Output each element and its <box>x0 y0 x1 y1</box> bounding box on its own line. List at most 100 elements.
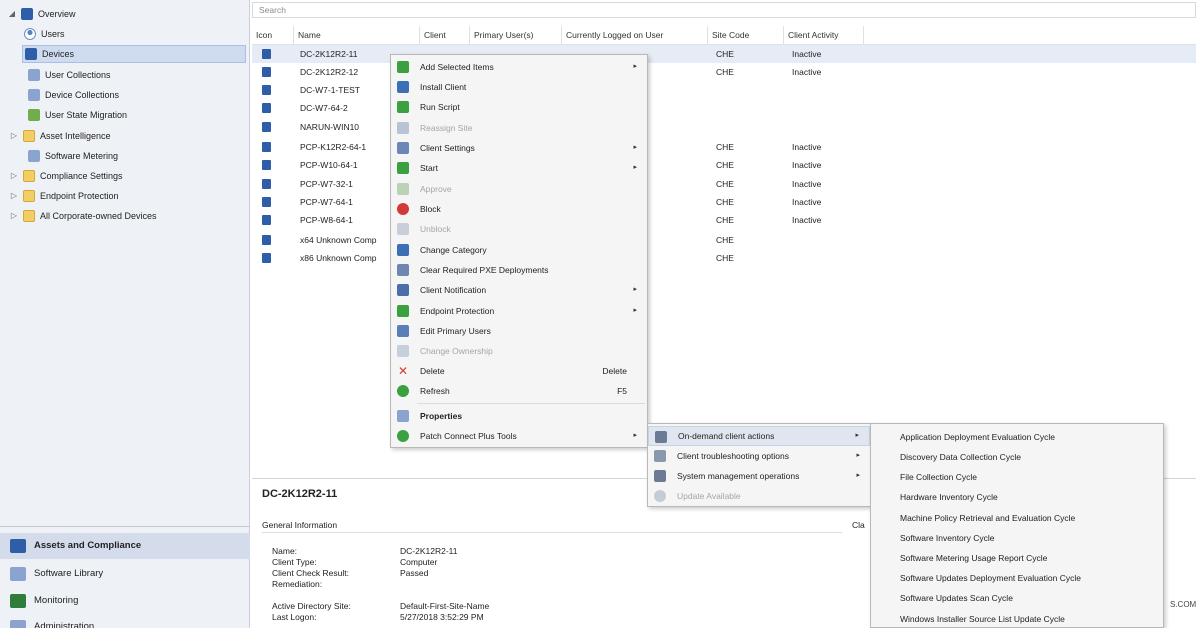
computer-icon <box>262 67 271 77</box>
column-header-name[interactable]: Name <box>294 26 420 44</box>
properties-icon <box>397 410 409 422</box>
workspace-administration[interactable]: Administration <box>0 614 250 628</box>
menu-item-client-settings[interactable]: Client Settings ▸ <box>391 138 647 158</box>
client-activity: Inactive <box>792 67 822 77</box>
workspace-label: Monitoring <box>34 595 79 606</box>
menu-item-system-management[interactable]: System management operations ▸ <box>648 466 870 486</box>
client-activity: Inactive <box>792 197 822 207</box>
field-name-label: Name: <box>272 546 298 556</box>
tree-item-user-collections[interactable]: User Collections <box>28 66 111 84</box>
workspace-software-library[interactable]: Software Library <box>0 561 250 587</box>
menu-item-edit-primary-users[interactable]: Edit Primary Users <box>391 321 647 341</box>
menu-item-start[interactable]: Start ▸ <box>391 158 647 178</box>
menu-item-on-demand-client-actions[interactable]: On-demand client actions ▸ <box>648 426 870 446</box>
tree-item-label: All Corporate-owned Devices <box>40 211 157 221</box>
menu-item-software-updates-scan-cycle[interactable]: Software Updates Scan Cycle <box>871 588 1163 608</box>
monitoring-icon <box>10 594 26 608</box>
menu-separator <box>417 403 645 404</box>
delete-icon: ✕ <box>397 364 409 378</box>
tree-item-device-collections[interactable]: Device Collections <box>28 86 119 104</box>
menu-item-run-script[interactable]: Run Script <box>391 97 647 117</box>
computer-icon <box>262 235 271 245</box>
menu-item-software-inventory-cycle[interactable]: Software Inventory Cycle <box>871 528 1163 548</box>
site-code: CHE <box>716 235 734 245</box>
column-header-icon[interactable]: Icon <box>252 26 294 44</box>
submenu-arrow-icon: ▸ <box>856 472 860 479</box>
field-last-logon-label: Last Logon: <box>272 612 317 622</box>
administration-icon <box>10 620 26 628</box>
column-header-site-code[interactable]: Site Code <box>708 26 784 44</box>
settings-icon <box>397 142 409 154</box>
expand-icon[interactable]: ▷ <box>10 167 18 185</box>
menu-item-refresh[interactable]: Refresh F5 <box>391 381 647 401</box>
menu-item-windows-installer-cycle[interactable]: Windows Installer Source List Update Cyc… <box>871 609 1163 628</box>
add-icon <box>397 61 409 73</box>
column-header-primary-users[interactable]: Primary User(s) <box>470 26 562 44</box>
tree-item-endpoint-protection[interactable]: ▷ Endpoint Protection <box>10 187 119 205</box>
menu-item-app-deployment-eval-cycle[interactable]: Application Deployment Evaluation Cycle <box>871 427 1163 447</box>
expand-icon[interactable]: ▷ <box>10 127 18 145</box>
menu-item-install-client[interactable]: Install Client <box>391 77 647 97</box>
unblock-icon <box>397 223 409 235</box>
tree-item-corporate-devices[interactable]: ▷ All Corporate-owned Devices <box>10 207 157 225</box>
computer-icon <box>262 160 271 170</box>
tree-item-software-metering[interactable]: Software Metering <box>28 147 118 165</box>
column-header-logged-on-user[interactable]: Currently Logged on User <box>562 26 708 44</box>
menu-item-patch-connect-plus-tools[interactable]: Patch Connect Plus Tools ▸ <box>391 426 647 446</box>
menu-item-change-category[interactable]: Change Category <box>391 240 647 260</box>
wrench-icon <box>655 431 667 443</box>
menu-item-discovery-data-cycle[interactable]: Discovery Data Collection Cycle <box>871 447 1163 467</box>
menu-item-clear-pxe[interactable]: Clear Required PXE Deployments <box>391 260 647 280</box>
column-header-client[interactable]: Client <box>420 26 470 44</box>
menu-item-software-metering-cycle[interactable]: Software Metering Usage Report Cycle <box>871 548 1163 568</box>
menu-item-block[interactable]: Block <box>391 199 647 219</box>
tree-item-asset-intelligence[interactable]: ▷ Asset Intelligence <box>10 127 111 145</box>
device-name: PCP-K12R2-64-1 <box>300 142 367 152</box>
menu-item-client-notification[interactable]: Client Notification ▸ <box>391 280 647 300</box>
tree-item-overview[interactable]: ◢ Overview <box>8 5 76 23</box>
menu-item-hardware-inventory-cycle[interactable]: Hardware Inventory Cycle <box>871 487 1163 507</box>
device-name: PCP-W8-64-1 <box>300 215 353 225</box>
menu-item-add-selected-items[interactable]: Add Selected Items ▸ <box>391 57 647 77</box>
menu-item-properties[interactable]: Properties <box>391 406 647 426</box>
tree-item-users[interactable]: Users <box>24 25 65 43</box>
side-heading: Cla <box>852 520 865 530</box>
script-icon <box>397 101 409 113</box>
menu-item-software-updates-eval-cycle[interactable]: Software Updates Deployment Evaluation C… <box>871 568 1163 588</box>
notification-icon <box>397 284 409 296</box>
tree-item-user-state-migration[interactable]: User State Migration <box>28 106 127 124</box>
device-name: PCP-W7-64-1 <box>300 197 353 207</box>
expand-icon[interactable]: ▷ <box>10 187 18 205</box>
menu-item-machine-policy-cycle[interactable]: Machine Policy Retrieval and Evaluation … <box>871 508 1163 528</box>
folder-icon <box>23 210 35 222</box>
expand-icon[interactable]: ▷ <box>10 207 18 225</box>
search-input[interactable]: Search <box>252 2 1196 18</box>
menu-item-delete[interactable]: ✕ Delete Delete <box>391 361 647 381</box>
tree-item-label: Software Metering <box>45 151 119 161</box>
workspace-monitoring[interactable]: Monitoring <box>0 588 250 614</box>
client-actions-submenu: Application Deployment Evaluation Cycle … <box>870 423 1164 628</box>
workspace-label: Software Library <box>34 568 104 579</box>
truncated-domain-text: S.COM <box>1170 600 1196 609</box>
submenu-arrow-icon: ▸ <box>633 144 637 151</box>
site-code: CHE <box>716 197 734 207</box>
migration-icon <box>28 109 40 121</box>
column-header-client-activity[interactable]: Client Activity <box>784 26 864 44</box>
approve-icon <box>397 183 409 195</box>
tree-item-devices[interactable]: Devices <box>22 45 246 63</box>
client-activity: Inactive <box>792 142 822 152</box>
site-code: CHE <box>716 67 734 77</box>
menu-item-client-troubleshooting[interactable]: Client troubleshooting options ▸ <box>648 446 870 466</box>
reassign-icon <box>397 122 409 134</box>
menu-item-endpoint-protection[interactable]: Endpoint Protection ▸ <box>391 301 647 321</box>
tree-item-compliance-settings[interactable]: ▷ Compliance Settings <box>10 167 123 185</box>
computer-icon <box>262 85 271 95</box>
workspace-label: Administration <box>34 621 95 628</box>
site-code: CHE <box>716 142 734 152</box>
collapse-icon[interactable]: ◢ <box>8 5 16 23</box>
site-code: CHE <box>716 179 734 189</box>
menu-item-file-collection-cycle[interactable]: File Collection Cycle <box>871 467 1163 487</box>
workspace-assets-compliance[interactable]: Assets and Compliance <box>0 533 250 559</box>
assets-icon <box>10 539 26 553</box>
collection-icon <box>28 69 40 81</box>
